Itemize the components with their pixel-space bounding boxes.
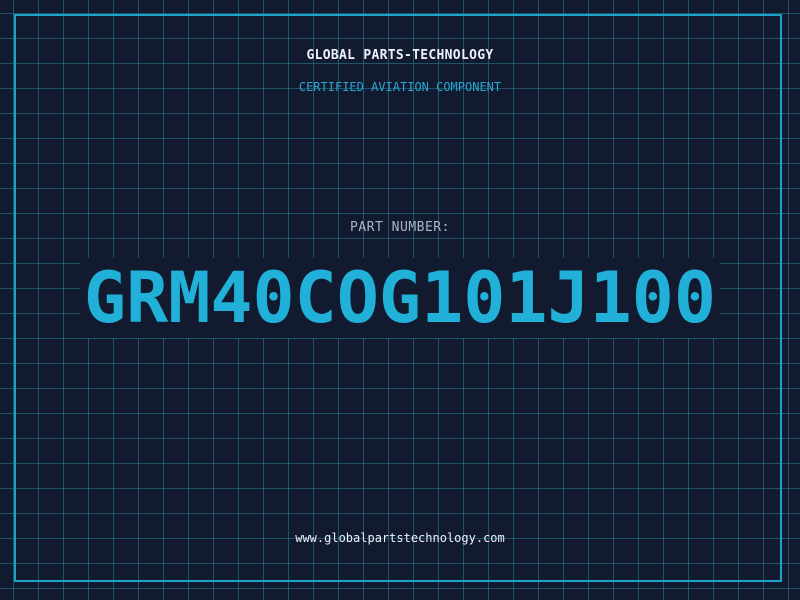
certification-subtitle: CERTIFIED AVIATION COMPONENT <box>298 80 502 94</box>
part-number-label: PART NUMBER: <box>350 220 450 235</box>
website-url: www.globalpartstechnology.com <box>295 531 505 545</box>
part-number-text: GRM40COG101J100 <box>79 258 721 338</box>
certificate-canvas: GLOBAL PARTS-TECHNOLOGY CERTIFIED AVIATI… <box>0 0 800 600</box>
part-number-value: GRM40COG101J100 <box>0 258 800 338</box>
company-name: GLOBAL PARTS-TECHNOLOGY <box>306 48 494 63</box>
